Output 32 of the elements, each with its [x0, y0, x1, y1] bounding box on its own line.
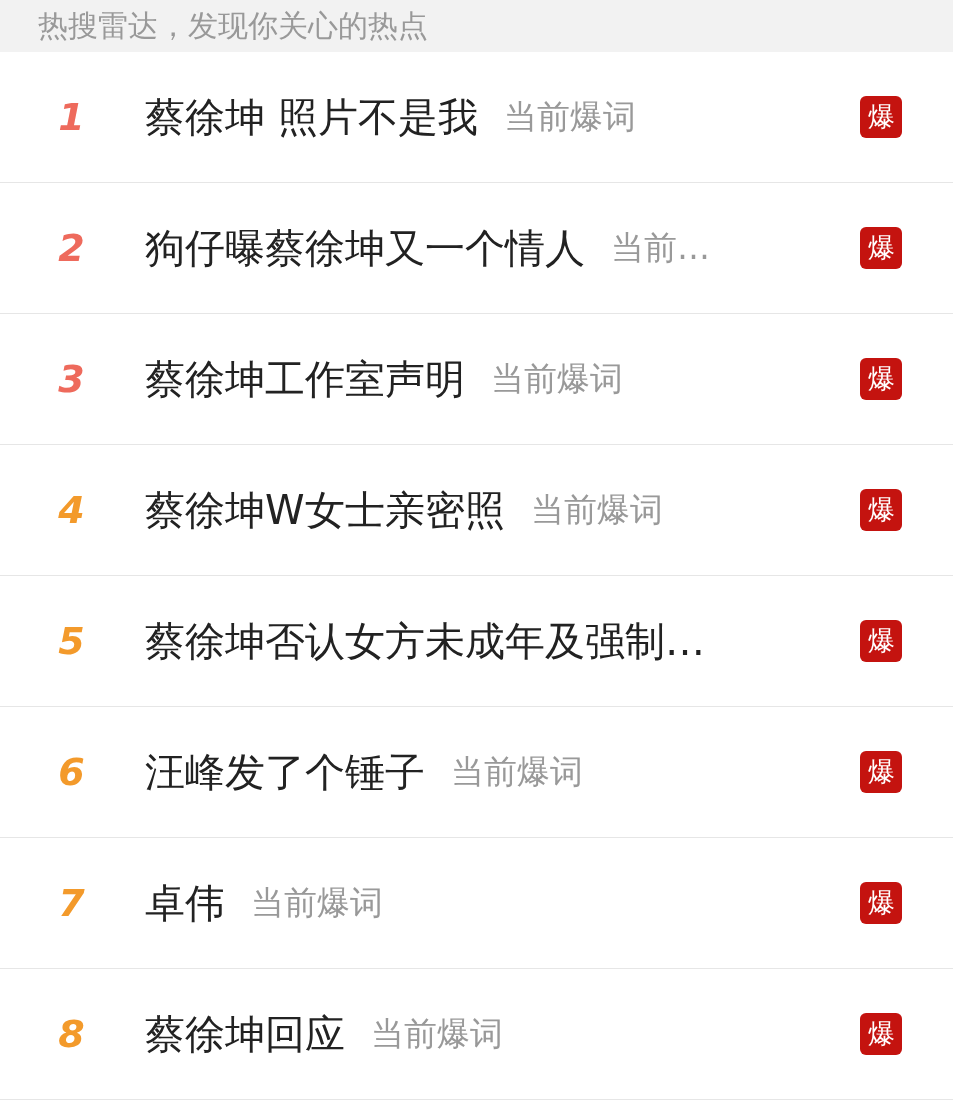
hot-badge: 爆	[860, 620, 902, 662]
hot-badge: 爆	[860, 489, 902, 531]
topic-title: 狗仔曝蔡徐坤又一个情人	[145, 224, 585, 273]
rank-number: 5	[58, 617, 85, 665]
topic-title: 蔡徐坤回应	[145, 1010, 345, 1059]
topic-title: 蔡徐坤工作室声明	[145, 355, 465, 404]
hot-badge: 爆	[860, 882, 902, 924]
hot-badge: 爆	[860, 1013, 902, 1055]
topic-title: 蔡徐坤 照片不是我	[145, 93, 478, 142]
topic-title: 汪峰发了个锤子	[145, 748, 425, 797]
topic-tag: 当前爆词	[530, 485, 663, 535]
header-text: 热搜雷达，发现你关心的热点	[38, 7, 428, 45]
topic-title: 蔡徐坤W女士亲密照	[145, 486, 505, 535]
hot-badge: 爆	[860, 96, 902, 138]
topic-tag: 当前爆词	[491, 354, 623, 404]
rank-number: 6	[58, 748, 85, 796]
hot-badge: 爆	[860, 751, 902, 793]
rank-number: 1	[58, 93, 85, 141]
rank-number: 7	[58, 879, 85, 927]
topic-tag: 当前爆词	[371, 1009, 503, 1059]
topic-tag: 当前…	[611, 223, 710, 273]
topic-title: 卓伟	[145, 879, 225, 928]
hot-badge: 爆	[860, 227, 902, 269]
topic-tag: 当前爆词	[451, 747, 583, 797]
rank-number: 4	[58, 486, 85, 534]
rank-number: 2	[58, 224, 85, 272]
hot-badge: 爆	[860, 358, 902, 400]
topic-title: 蔡徐坤否认女方未成年及强制…	[145, 617, 705, 666]
rank-number: 3	[58, 355, 85, 403]
topic-tag: 当前爆词	[251, 878, 383, 928]
topic-tag: 当前爆词	[503, 92, 636, 142]
rank-number: 8	[58, 1010, 85, 1058]
